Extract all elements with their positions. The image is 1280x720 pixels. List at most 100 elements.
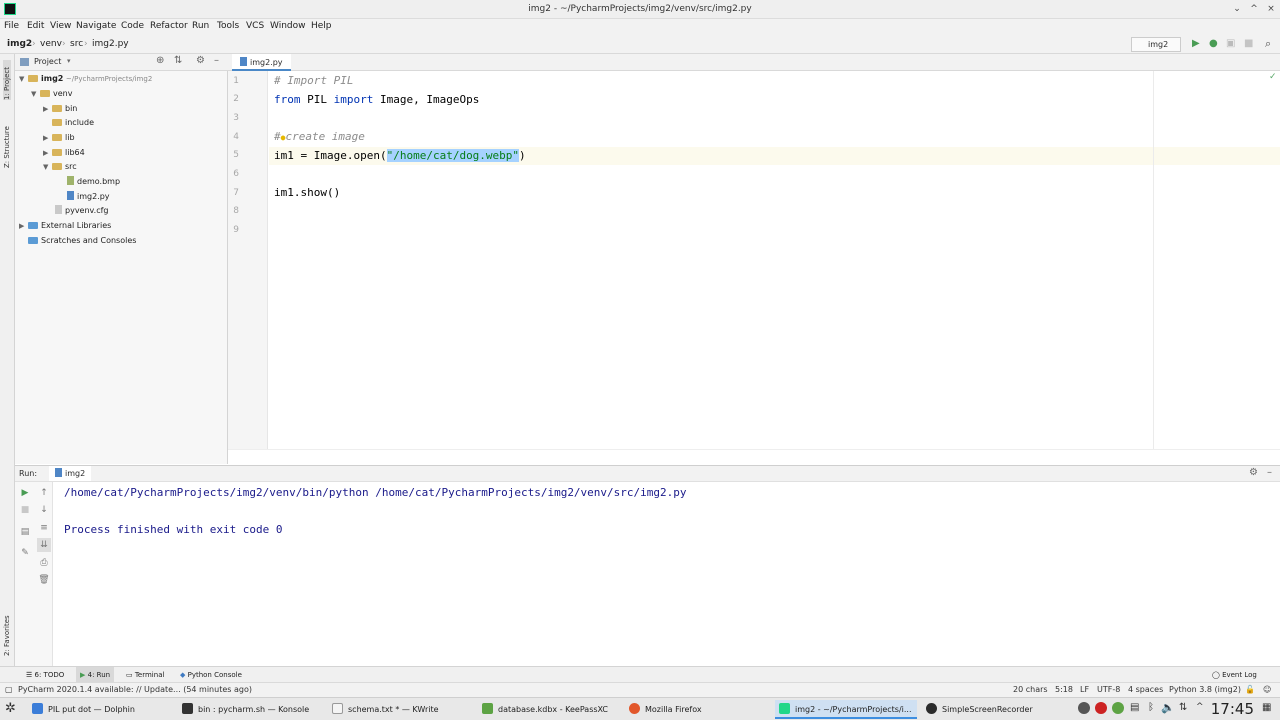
stop-icon[interactable]: ■ xyxy=(18,503,32,517)
run-output[interactable]: /home/cat/PycharmProjects/img2/venv/bin/… xyxy=(53,482,1280,666)
tree-node-bin[interactable]: ▶ bin xyxy=(43,102,77,116)
menu-tools[interactable]: Tools xyxy=(217,21,239,31)
pin-icon[interactable]: ✎ xyxy=(18,546,32,560)
tree-node-lib64[interactable]: ▶ lib64 xyxy=(43,146,85,160)
status-encoding[interactable]: UTF-8 xyxy=(1097,685,1120,694)
locate-icon[interactable]: ⊕ xyxy=(156,55,164,66)
gear-icon[interactable]: ⚙ xyxy=(196,55,205,66)
menu-code[interactable]: Code xyxy=(121,21,144,31)
inspection-ok-icon[interactable]: ✓ xyxy=(1269,72,1277,82)
menu-edit[interactable]: Edit xyxy=(27,21,44,31)
tree-node-external-libraries[interactable]: ▶ External Libraries xyxy=(19,219,111,233)
task-kwrite[interactable]: schema.txt * — KWrite xyxy=(328,700,474,719)
collapse-arrow-icon[interactable]: ▶ xyxy=(43,146,52,160)
scroll-to-end-icon[interactable]: ⇊ xyxy=(37,538,51,552)
tab-terminal[interactable]: ▭ Terminal xyxy=(122,667,168,683)
expand-arrow-icon[interactable]: ▼ xyxy=(43,160,52,174)
menu-window[interactable]: Window xyxy=(270,21,306,31)
scroll-down-icon[interactable]: ↓ xyxy=(37,503,51,517)
minimize-icon[interactable]: ⌄ xyxy=(1231,3,1243,15)
tree-node-img2[interactable]: ▼ img2 ~/PycharmProjects/img2 xyxy=(19,72,152,86)
task-dolphin[interactable]: PIL put dot — Dolphin xyxy=(28,700,173,719)
rerun-icon[interactable]: ▶ xyxy=(18,486,32,500)
record-tray-icon[interactable] xyxy=(1095,702,1107,714)
run-config-selector[interactable]: img2 xyxy=(1131,37,1181,52)
keepass-tray-icon[interactable] xyxy=(1112,702,1124,714)
status-line-separator[interactable]: LF xyxy=(1080,685,1089,694)
close-icon[interactable]: × xyxy=(1265,3,1277,15)
tab-event-log[interactable]: ◯ Event Log xyxy=(1208,667,1261,683)
status-interpreter[interactable]: Python 3.8 (img2) xyxy=(1169,685,1241,694)
tree-node-demo-bmp[interactable]: demo.bmp xyxy=(67,175,120,189)
breadcrumb-src[interactable]: src xyxy=(70,39,83,49)
breadcrumb-project[interactable]: img2 xyxy=(7,39,32,49)
collapse-arrow-icon[interactable]: ▶ xyxy=(19,219,28,233)
task-keepassxc[interactable]: database.kdbx - KeePassXC xyxy=(478,700,624,719)
tab-python-console[interactable]: ◆ Python Console xyxy=(176,667,246,683)
gear-icon[interactable]: ⚙ xyxy=(1249,467,1258,478)
coverage-icon[interactable]: ▣ xyxy=(1226,38,1235,49)
status-indent[interactable]: 4 spaces xyxy=(1128,685,1163,694)
tab-todo[interactable]: ☰ 6: TODO xyxy=(22,667,68,683)
volume-tray-icon[interactable]: 🔈 xyxy=(1161,701,1175,714)
status-caret-position[interactable]: 5:18 xyxy=(1055,685,1073,694)
collapse-icon[interactable]: ⇅ xyxy=(174,55,182,66)
task-firefox[interactable]: Mozilla Firefox xyxy=(625,700,771,719)
menu-vcs[interactable]: VCS xyxy=(246,21,264,31)
task-screen-recorder[interactable]: SimpleScreenRecorder xyxy=(922,700,1062,719)
tree-node-img2-py[interactable]: img2.py xyxy=(67,190,110,204)
menu-run[interactable]: Run xyxy=(192,21,209,31)
menu-file[interactable]: File xyxy=(4,21,19,31)
soft-wrap-icon[interactable]: ≡ xyxy=(37,521,51,535)
favorites-tool-tab[interactable]: 2: Favorites xyxy=(3,604,11,656)
breadcrumb-venv[interactable]: venv xyxy=(40,39,62,49)
tab-img2-py[interactable]: img2.py xyxy=(232,54,291,71)
tree-node-pyvenv-cfg[interactable]: pyvenv.cfg xyxy=(55,204,109,218)
expand-arrow-icon[interactable]: ▼ xyxy=(19,72,28,86)
task-pycharm[interactable]: img2 - ~/PycharmProjects/i... xyxy=(775,700,917,719)
tree-node-venv[interactable]: ▼ venv xyxy=(31,87,72,101)
menu-refactor[interactable]: Refactor xyxy=(150,21,188,31)
project-tool-tab[interactable]: 1: Project xyxy=(3,60,11,100)
stop-icon[interactable]: ■ xyxy=(1244,38,1253,49)
debug-icon[interactable]: ● xyxy=(1209,38,1218,49)
tree-node-scratches[interactable]: Scratches and Consoles xyxy=(19,234,136,248)
project-panel-title[interactable]: Project xyxy=(34,57,61,66)
menu-view[interactable]: View xyxy=(50,21,71,31)
maximize-icon[interactable]: ^ xyxy=(1248,3,1260,15)
hide-icon[interactable]: – xyxy=(214,55,219,66)
trash-icon[interactable]: 🗑 xyxy=(37,573,51,587)
print-icon[interactable]: ⎙ xyxy=(37,556,51,570)
hide-icon[interactable]: – xyxy=(1267,467,1272,478)
task-konsole[interactable]: bin : pycharm.sh — Konsole xyxy=(178,700,324,719)
chevron-down-icon[interactable]: ▾ xyxy=(67,57,71,65)
run-config-tab[interactable]: img2 xyxy=(49,466,92,481)
tree-node-include[interactable]: include xyxy=(43,116,94,130)
update-notice[interactable]: PyCharm 2020.1.4 available: // Update...… xyxy=(18,685,252,694)
search-icon[interactable]: ⌕ xyxy=(1265,37,1271,51)
collapse-arrow-icon[interactable]: ▶ xyxy=(43,131,52,145)
breadcrumb-file[interactable]: img2.py xyxy=(92,39,129,49)
lock-icon[interactable]: 🔓 xyxy=(1245,685,1255,694)
clipboard-tray-icon[interactable]: ▤ xyxy=(1130,702,1139,713)
menu-help[interactable]: Help xyxy=(311,21,332,31)
collapse-arrow-icon[interactable]: ▶ xyxy=(43,102,52,116)
bluetooth-tray-icon[interactable]: ᛒ xyxy=(1148,702,1154,713)
show-desktop-icon[interactable]: ▦ xyxy=(1262,702,1271,713)
notifications-icon[interactable]: ☺ xyxy=(1263,685,1271,694)
expand-arrow-icon[interactable]: ▼ xyxy=(31,87,40,101)
app-launcher-icon[interactable]: ✲ xyxy=(5,701,16,716)
layout-icon[interactable]: ▤ xyxy=(18,525,32,539)
folder-icon xyxy=(52,105,62,112)
tab-run[interactable]: ▶ 4: Run xyxy=(76,667,115,683)
recording-tray-icon[interactable] xyxy=(1078,702,1090,714)
clock[interactable]: 17:45 xyxy=(1211,700,1254,718)
tray-expand-icon[interactable]: ^ xyxy=(1196,702,1204,712)
menu-navigate[interactable]: Navigate xyxy=(76,21,116,31)
scroll-up-icon[interactable]: ↑ xyxy=(37,486,51,500)
network-tray-icon[interactable]: ⇅ xyxy=(1179,702,1187,713)
run-icon[interactable]: ▶ xyxy=(1192,38,1200,49)
structure-tool-tab[interactable]: Z: Structure xyxy=(3,118,11,168)
tree-node-lib[interactable]: ▶ lib xyxy=(43,131,75,145)
tree-node-src[interactable]: ▼ src xyxy=(43,160,77,174)
